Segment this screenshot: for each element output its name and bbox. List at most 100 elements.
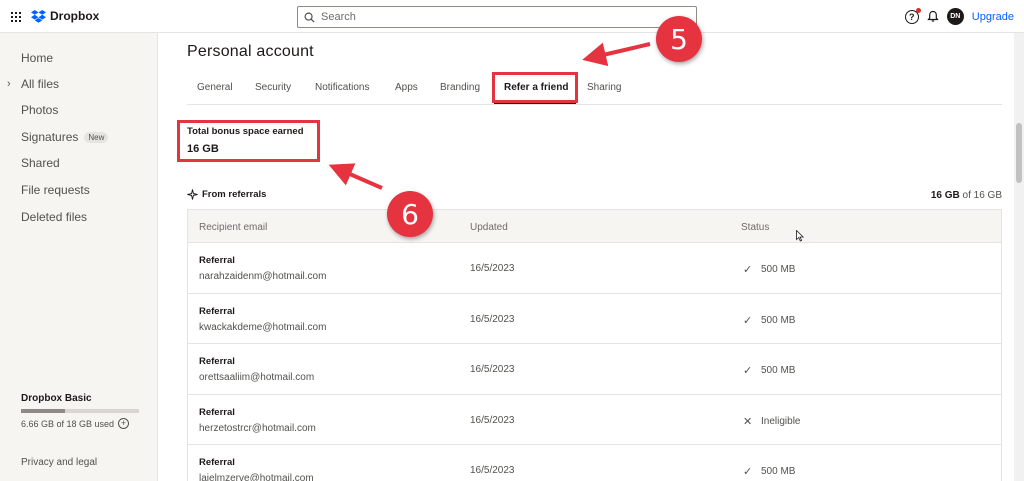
table-row: Referral herzetostrcr@hotmail.com 16/5/2…	[188, 395, 1001, 445]
row-type: Referral	[199, 255, 235, 266]
highlight-box-bonus-space	[177, 120, 320, 162]
check-icon: ✓	[743, 466, 753, 478]
sidebar-item-label: Deleted files	[21, 210, 88, 224]
dropbox-logo[interactable]: Dropbox	[31, 9, 99, 23]
sidebar-item-label: Shared	[21, 156, 60, 170]
row-status-text: 500 MB	[761, 466, 796, 477]
plan-title[interactable]: Dropbox Basic	[21, 393, 92, 404]
sidebar-item-file-requests[interactable]: File requests	[21, 183, 90, 197]
sidebar-item-home[interactable]: Home	[21, 51, 53, 65]
column-header-recipient-email: Recipient email	[199, 222, 268, 233]
table-row: Referral laielmzerve@hotmail.com 16/5/20…	[188, 445, 1001, 481]
tab-branding[interactable]: Branding	[440, 82, 480, 93]
row-status: ✓ 500 MB	[743, 263, 795, 276]
storage-usage-text: 6.66 GB of 18 GB used	[21, 418, 115, 429]
row-updated: 16/5/2023	[470, 465, 515, 476]
sparkle-icon	[187, 189, 198, 200]
row-type: Referral	[199, 457, 235, 468]
step-6-marker: 6	[387, 191, 433, 237]
privacy-link[interactable]: Privacy and legal	[21, 457, 97, 468]
app-name: Dropbox	[50, 9, 100, 23]
referrals-table: Recipient email Updated Status Referral …	[187, 209, 1002, 481]
row-updated: 16/5/2023	[470, 414, 515, 426]
table-row: Referral kwackakdeme@hotmail.com 16/5/20…	[188, 294, 1001, 344]
tab-apps[interactable]: Apps	[395, 82, 418, 93]
sidebar-item-photos[interactable]: Photos	[21, 103, 58, 117]
row-status-text: Ineligible	[761, 415, 801, 427]
sidebar-item-signatures[interactable]: Signatures New	[21, 130, 109, 144]
row-email: herzetostrcr@hotmail.com	[199, 422, 316, 434]
top-bar: Dropbox ? DN Upgrade	[0, 0, 1024, 33]
tab-sharing[interactable]: Sharing	[587, 82, 621, 93]
sidebar-item-label: All files	[21, 77, 60, 91]
search-icon	[304, 12, 315, 23]
column-header-updated: Updated	[470, 222, 508, 233]
help-icon[interactable]: ?	[904, 7, 921, 24]
tab-notifications[interactable]: Notifications	[315, 82, 369, 93]
row-status-text: 500 MB	[761, 264, 796, 275]
sidebar-item-label: Photos	[21, 103, 59, 117]
storage-usage: 6.66 GB of 18 GB used +	[21, 418, 130, 429]
x-icon: ✕	[743, 415, 753, 428]
table-row: Referral narahzaidenm@hotmail.com 16/5/2…	[188, 243, 1001, 294]
referrals-section-header: From referrals	[187, 189, 266, 200]
page-title: Personal account	[187, 43, 314, 60]
referrals-total-earned: 16 GB	[930, 190, 960, 201]
arrow-to-bonus-space	[328, 163, 383, 190]
sidebar-item-all-files[interactable]: All files	[21, 77, 59, 91]
row-status: ✓ 500 MB	[743, 364, 795, 377]
check-icon: ✓	[743, 365, 753, 377]
avatar[interactable]: DN	[946, 8, 964, 25]
notification-dot	[915, 7, 921, 13]
referrals-total: 16 GB of 16 GB	[931, 190, 1002, 201]
bell-icon[interactable]	[927, 10, 939, 23]
sidebar-item-label: Home	[21, 51, 54, 65]
chevron-right-icon[interactable]: ›	[7, 78, 11, 90]
sidebar-item-deleted-files[interactable]: Deleted files	[21, 210, 87, 224]
sidebar-item-label: File requests	[21, 183, 90, 197]
storage-progress-bar	[21, 409, 139, 413]
highlight-box-refer-tab	[492, 72, 578, 103]
tab-general[interactable]: General	[197, 82, 233, 93]
scrollbar-thumb[interactable]	[1016, 123, 1022, 183]
row-updated: 16/5/2023	[470, 313, 515, 325]
new-badge: New	[84, 131, 109, 143]
row-email: narahzaidenm@hotmail.com	[199, 271, 327, 282]
row-email: orettsaaliim@hotmail.com	[199, 372, 315, 383]
storage-progress-fill	[21, 409, 65, 413]
row-type: Referral	[199, 406, 235, 418]
row-status-text: 500 MB	[761, 314, 796, 326]
sidebar: Home › All files Photos Signatures New S…	[0, 33, 158, 481]
row-status: ✕ Ineligible	[743, 415, 800, 428]
dropbox-logo-icon	[31, 9, 46, 23]
referrals-header-label: From referrals	[202, 189, 267, 200]
column-header-status: Status	[741, 222, 770, 233]
check-icon: ✓	[743, 264, 753, 276]
row-email: laielmzerve@hotmail.com	[199, 473, 314, 481]
row-type: Referral	[199, 305, 235, 317]
step-5-marker: 5	[656, 16, 702, 62]
row-email: kwackakdeme@hotmail.com	[199, 321, 327, 333]
tab-security[interactable]: Security	[255, 82, 291, 93]
row-updated: 16/5/2023	[470, 364, 515, 375]
row-type: Referral	[199, 356, 235, 367]
search-input[interactable]	[321, 11, 681, 23]
row-updated: 16/5/2023	[470, 263, 515, 274]
referrals-total-max: of 16 GB	[959, 190, 1002, 201]
add-storage-icon[interactable]: +	[118, 418, 130, 429]
sidebar-item-label: Signatures	[21, 130, 79, 144]
check-icon: ✓	[743, 314, 753, 327]
arrow-to-refer-tab	[582, 42, 651, 67]
mouse-cursor-icon	[796, 230, 804, 242]
app-grid-icon[interactable]	[11, 12, 21, 22]
row-status-text: 500 MB	[761, 365, 796, 376]
page-scrollbar[interactable]	[1014, 33, 1024, 481]
top-right-controls: ? DN Upgrade	[904, 7, 1014, 25]
table-row: Referral orettsaaliim@hotmail.com 16/5/2…	[188, 344, 1001, 395]
sidebar-item-shared[interactable]: Shared	[21, 156, 60, 170]
row-status: ✓ 500 MB	[743, 314, 795, 327]
settings-tabs: General Security Notifications Apps Bran…	[187, 72, 1002, 105]
upgrade-link[interactable]: Upgrade	[972, 11, 1014, 23]
table-header: Recipient email Updated Status	[188, 210, 1001, 243]
search-box[interactable]	[297, 6, 697, 28]
